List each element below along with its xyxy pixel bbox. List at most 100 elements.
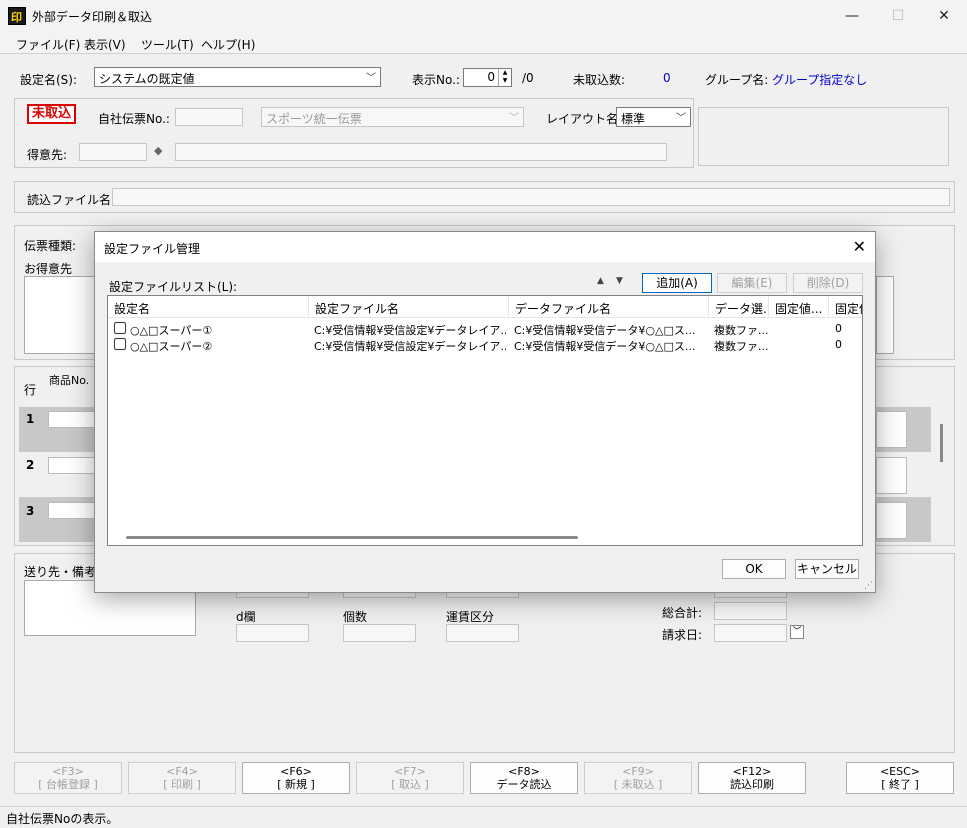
row-product-input[interactable] bbox=[48, 457, 98, 474]
layout-combo[interactable]: 標準 ﹀ bbox=[616, 107, 691, 127]
f9-unimported-button[interactable]: <F9>[ 未取込 ] bbox=[584, 762, 692, 794]
slip-no-label: 自社伝票No.: bbox=[98, 112, 170, 126]
info-panel bbox=[698, 107, 949, 166]
row-number: 3 bbox=[26, 504, 35, 518]
calendar-dropdown-button[interactable]: ﹀ bbox=[790, 625, 804, 639]
f12-read-print-button[interactable]: <F12> 読込印刷 bbox=[698, 762, 806, 794]
menu-tools[interactable]: ツール(T) bbox=[141, 36, 194, 53]
row-right-cell bbox=[876, 411, 907, 448]
col-setting-file[interactable]: 設定ファイル名 bbox=[309, 296, 509, 318]
bg-right-box bbox=[876, 276, 894, 354]
delete-button[interactable]: 削除(D) bbox=[793, 273, 863, 293]
resize-grip-icon[interactable]: ⋰ bbox=[864, 581, 873, 591]
bg-customer-label: お得意先 bbox=[24, 262, 73, 276]
dialog-title-bar: 設定ファイル管理 ✕ bbox=[95, 232, 875, 262]
esc-exit-button[interactable]: <ESC>[ 終了 ] bbox=[846, 762, 954, 794]
row-number: 2 bbox=[26, 458, 35, 472]
d-col-label: d欄 bbox=[236, 610, 256, 624]
group-value: グループ指定なし bbox=[772, 73, 868, 87]
list-item[interactable]: ○△□スーパー① C:¥受信情報¥受信設定¥データレイア... C:¥受信情報¥… bbox=[108, 321, 862, 337]
cancel-button[interactable]: キャンセル bbox=[795, 559, 859, 579]
f4-print-button[interactable]: <F4>[ 印刷 ] bbox=[128, 762, 236, 794]
row-right-cell bbox=[876, 502, 907, 539]
move-down-icon[interactable]: ▼ bbox=[616, 276, 623, 286]
diamond-icon: ◆ bbox=[154, 144, 163, 157]
bill-date-label: 請求日: bbox=[662, 628, 703, 642]
app-icon: 印 bbox=[8, 7, 26, 25]
product-no-header: 商品No. bbox=[49, 374, 90, 387]
row-header-label: 行 bbox=[24, 383, 37, 397]
title-bar: 印 外部データ印刷＆取込 — ☐ ✕ bbox=[0, 0, 967, 32]
close-button[interactable]: ✕ bbox=[921, 0, 967, 32]
layout-label: レイアウト名: bbox=[546, 112, 623, 126]
grid-scrollbar[interactable] bbox=[940, 424, 943, 462]
list-label: 設定ファイルリスト(L): bbox=[109, 280, 238, 294]
unimported-label: 未取込数: bbox=[573, 73, 626, 87]
display-no-label: 表示No.: bbox=[412, 73, 460, 87]
display-no-spinner[interactable]: ▲ ▼ bbox=[498, 69, 511, 86]
f7-import-button[interactable]: <F7>[ 取込 ] bbox=[356, 762, 464, 794]
chevron-down-icon: ﹀ bbox=[366, 73, 376, 84]
setting-name-value: システムの既定値 bbox=[99, 72, 195, 86]
read-file-label: 読込ファイル名: bbox=[27, 193, 116, 207]
slip-type-value: スポーツ統一伝票 bbox=[266, 112, 362, 126]
list-item[interactable]: ○△□スーパー② C:¥受信情報¥受信設定¥データレイア... C:¥受信情報¥… bbox=[108, 337, 862, 353]
d-col-input[interactable] bbox=[236, 624, 309, 642]
total-label: 総合計: bbox=[662, 606, 703, 620]
status-bar: 自社伝票Noの表示。 bbox=[0, 806, 967, 828]
row-checkbox[interactable] bbox=[114, 322, 126, 334]
freight-label: 運賃区分 bbox=[446, 610, 495, 624]
dialog-title: 設定ファイル管理 bbox=[104, 242, 201, 256]
col-data-file[interactable]: データファイル名 bbox=[509, 296, 709, 318]
col-setting-name[interactable]: 設定名 bbox=[108, 296, 309, 318]
slip-type-combo: スポーツ統一伝票 ﹀ bbox=[261, 107, 524, 127]
count-input[interactable] bbox=[343, 624, 416, 642]
freight-input[interactable] bbox=[446, 624, 519, 642]
slip-kind-label: 伝票種類: bbox=[24, 239, 77, 253]
unimported-count: 0 bbox=[663, 71, 671, 85]
display-no-total: /0 bbox=[522, 71, 534, 85]
window-title: 外部データ印刷＆取込 bbox=[32, 10, 153, 24]
row-right-cell bbox=[876, 457, 907, 494]
memo-label: 送り先・備考 bbox=[24, 565, 97, 579]
col-fixed-2[interactable]: 固定値 bbox=[829, 296, 862, 318]
col-data-select[interactable]: データ選... bbox=[709, 296, 769, 318]
col-fixed-1[interactable]: 固定値... bbox=[769, 296, 829, 318]
list-header: 設定名 設定ファイル名 データファイル名 データ選... 固定値... 固定値 bbox=[108, 296, 862, 318]
horizontal-scrollbar[interactable] bbox=[126, 536, 578, 539]
layout-value: 標準 bbox=[621, 112, 646, 126]
move-up-icon[interactable]: ▲ bbox=[597, 276, 604, 286]
row-checkbox[interactable] bbox=[114, 338, 126, 350]
count-label: 個数 bbox=[343, 610, 368, 624]
maximize-button[interactable]: ☐ bbox=[875, 0, 921, 32]
settings-file-dialog: 設定ファイル管理 ✕ 設定ファイルリスト(L): ▲ ▼ 追加(A) 編集(E)… bbox=[94, 231, 876, 593]
settings-file-list[interactable]: 設定名 設定ファイル名 データファイル名 データ選... 固定値... 固定値 … bbox=[107, 295, 863, 546]
edit-button[interactable]: 編集(E) bbox=[717, 273, 787, 293]
minimize-button[interactable]: — bbox=[829, 0, 875, 32]
setting-name-label: 設定名(S): bbox=[20, 73, 78, 87]
bg-customer-box bbox=[24, 276, 98, 354]
menu-help[interactable]: ヘルプ(H) bbox=[201, 36, 255, 53]
menu-bar: ファイル(F) 表示(V) ツール(T) ヘルプ(H) bbox=[0, 32, 967, 54]
f8-read-data-button[interactable]: <F8> データ読込 bbox=[470, 762, 578, 794]
row-product-input[interactable] bbox=[48, 502, 98, 519]
f6-new-button[interactable]: <F6>[ 新規 ] bbox=[242, 762, 350, 794]
slip-no-input[interactable] bbox=[175, 108, 243, 126]
bill-date-input[interactable] bbox=[714, 624, 787, 642]
chevron-down-icon: ﹀ bbox=[676, 113, 686, 124]
status-badge: 未取込 bbox=[27, 104, 77, 124]
ok-button[interactable]: OK bbox=[722, 559, 786, 579]
read-file-input[interactable] bbox=[112, 188, 950, 206]
customer-label: 得意先: bbox=[27, 148, 68, 162]
group-label: グループ名: bbox=[705, 73, 769, 87]
dialog-close-icon[interactable]: ✕ bbox=[853, 237, 866, 256]
customer-name-input[interactable] bbox=[175, 143, 667, 161]
menu-file[interactable]: ファイル(F) bbox=[16, 36, 80, 53]
add-button[interactable]: 追加(A) bbox=[642, 273, 712, 293]
f3-ledger-button[interactable]: <F3>[ 台帳登録 ] bbox=[14, 762, 122, 794]
row-product-input[interactable] bbox=[48, 411, 98, 428]
menu-view[interactable]: 表示(V) bbox=[84, 36, 126, 53]
row-number: 1 bbox=[26, 412, 35, 426]
setting-name-combo[interactable]: システムの既定値 ﹀ bbox=[94, 67, 381, 87]
customer-code-input[interactable] bbox=[79, 143, 147, 161]
